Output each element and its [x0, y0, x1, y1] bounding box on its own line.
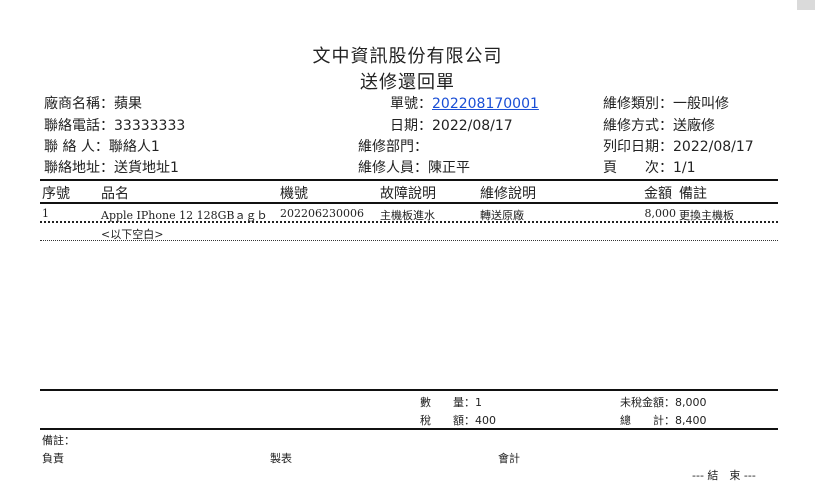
order-label: 單號：	[390, 96, 432, 112]
phone-value: 33333333	[114, 118, 186, 134]
report-page: 文中資訊股份有限公司 送修還回單 廠商名稱：蘋果 聯絡電話：33333333 聯…	[0, 0, 815, 486]
date-label: 日期：	[390, 118, 432, 134]
contact-row: 聯 絡 人：聯絡人1	[44, 138, 160, 156]
repair-type-row: 維修類別：一般叫修	[603, 95, 729, 113]
staff-label: 維修人員：	[358, 160, 428, 176]
print-date-row: 列印日期：2022/08/17	[603, 138, 754, 156]
address-label: 聯絡地址：	[44, 160, 114, 176]
sign-accounting: 會計	[498, 452, 520, 465]
table-header-rule	[40, 202, 778, 204]
col-name: 品名	[101, 186, 129, 202]
page-value: 1/1	[673, 160, 696, 176]
phone-label: 聯絡電話：	[44, 118, 114, 134]
row-separator	[40, 221, 778, 223]
pretax-label: 未稅金額：	[620, 396, 675, 409]
address-row: 聯絡地址：送貨地址1	[44, 159, 179, 177]
page-corner	[797, 0, 815, 10]
col-note: 備註	[679, 186, 707, 202]
total-row: 總 計：8,400	[620, 412, 707, 428]
col-seq: 序號	[42, 186, 70, 202]
phone-row: 聯絡電話：33333333	[44, 117, 185, 135]
date-value: 2022/08/17	[432, 118, 513, 134]
col-fault: 故障說明	[380, 186, 436, 202]
contact-value: 聯絡人1	[108, 139, 160, 155]
pretax-row: 未稅金額：8,000	[620, 394, 707, 410]
qty-value: 1	[475, 396, 482, 409]
row-amount: 8,000	[644, 207, 677, 220]
col-repair: 維修說明	[480, 186, 536, 202]
sign-responsible: 負責	[42, 452, 64, 465]
page-row: 頁 次：1/1	[603, 159, 696, 177]
row-seq: 1	[42, 207, 49, 220]
contact-label: 聯 絡 人：	[44, 139, 109, 155]
row-model: 202206230006	[280, 207, 364, 220]
staff-value: 陳正平	[428, 160, 470, 176]
total-value: 8,400	[675, 414, 707, 427]
col-model: 機號	[280, 186, 308, 202]
company-name: 文中資訊股份有限公司	[312, 46, 503, 67]
vendor-value: 蘋果	[114, 96, 142, 112]
pretax-value: 8,000	[675, 396, 707, 409]
repair-method-row: 維修方式：送廠修	[603, 117, 715, 135]
dept-row: 維修部門：	[358, 138, 428, 156]
page-label: 頁 次：	[603, 160, 673, 176]
repair-type-value: 一般叫修	[673, 96, 729, 112]
sign-maker: 製表	[270, 452, 292, 465]
address-value: 送貨地址1	[114, 160, 179, 176]
qty-label: 數 量：	[420, 396, 475, 409]
footer-bottom-rule	[40, 428, 778, 430]
vendor-label: 廠商名稱：	[44, 96, 114, 112]
date-row: 日期：2022/08/17	[390, 117, 513, 135]
repair-method-value: 送廠修	[673, 118, 715, 134]
staff-row: 維修人員：陳正平	[358, 159, 470, 177]
remarks-label: 備註：	[42, 434, 75, 447]
total-label: 總 計：	[620, 414, 675, 427]
tax-row: 稅 額：400	[420, 412, 496, 428]
order-number-link[interactable]: 202208170001	[432, 96, 539, 112]
blank-separator	[40, 240, 778, 241]
print-date-label: 列印日期：	[603, 139, 673, 155]
order-row: 單號：202208170001	[390, 95, 539, 113]
print-date-value: 2022/08/17	[673, 139, 754, 155]
dept-label: 維修部門：	[358, 139, 428, 155]
table-top-rule	[40, 179, 778, 181]
vendor-row: 廠商名稱：蘋果	[44, 95, 142, 113]
qty-row: 數 量：1	[420, 394, 482, 410]
repair-type-label: 維修類別：	[603, 96, 673, 112]
repair-method-label: 維修方式：	[603, 118, 673, 134]
tax-value: 400	[475, 414, 496, 427]
col-amount: 金額	[644, 186, 672, 202]
tax-label: 稅 額：	[420, 414, 475, 427]
end-mark: --- 結 束 ---	[692, 469, 756, 482]
document-title: 送修還回單	[360, 72, 455, 93]
footer-top-rule	[40, 389, 778, 391]
